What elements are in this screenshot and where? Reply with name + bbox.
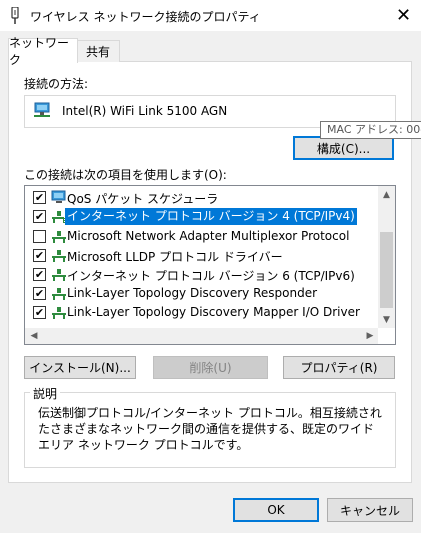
tab-sharing[interactable]: 共有 [76, 40, 120, 62]
horizontal-scrollbar[interactable] [25, 328, 378, 344]
list-item-label: インターネット プロトコル バージョン 4 (TCP/IPv4) [64, 207, 358, 226]
properties-button[interactable]: プロパティ(R) [283, 356, 395, 379]
protocol-icon [52, 269, 66, 281]
description-label: 説明 [30, 385, 61, 402]
install-button[interactable]: インストール(N)... [24, 356, 136, 379]
checkbox[interactable]: ✔ [33, 287, 46, 300]
protocol-icon [52, 288, 66, 300]
ok-button[interactable]: OK [233, 498, 319, 522]
list-item-label: QoS パケット スケジューラ [67, 192, 219, 206]
list-item[interactable]: ✔ Link-Layer Topology Discovery Mapper I… [25, 303, 380, 322]
list-item[interactable]: ✔ インターネット プロトコル バージョン 6 (TCP/IPv6) [25, 265, 380, 284]
window-title: ワイヤレス ネットワーク接続のプロパティ [30, 10, 261, 24]
description-text: 伝送制御プロトコル/インターネット プロトコル。相互接続されたさまざまなネットワ… [38, 406, 382, 452]
list-item[interactable]: ✔ Link-Layer Topology Discovery Responde… [25, 284, 380, 303]
list-item-label: Link-Layer Topology Discovery Mapper I/O… [67, 305, 360, 319]
checkbox[interactable]: ✔ [33, 210, 46, 223]
list-item-label: Link-Layer Topology Discovery Responder [67, 286, 318, 300]
scroll-down-icon[interactable]: ▼ [378, 313, 395, 327]
protocol-icon [52, 250, 66, 262]
checkbox[interactable] [33, 230, 46, 243]
list-item[interactable]: ✔ Microsoft LLDP プロトコル ドライバー [25, 246, 380, 265]
checkbox[interactable]: ✔ [33, 268, 46, 281]
network-connection-icon [11, 7, 19, 24]
list-item-label: Microsoft Network Adapter Multiplexor Pr… [67, 229, 350, 243]
list-item-label: Microsoft LLDP プロトコル ドライバー [67, 250, 283, 264]
items-label: この接続は次の項目を使用します(O): [24, 168, 227, 182]
mac-address-tooltip: MAC アドレス: 00-24 [320, 121, 421, 139]
scroll-right-icon[interactable]: ▶ [363, 329, 377, 343]
list-item[interactable]: Microsoft Network Adapter Multiplexor Pr… [25, 227, 380, 246]
checkbox[interactable]: ✔ [33, 249, 46, 262]
close-button[interactable]: ✕ [386, 0, 421, 31]
network-adapter-icon [34, 102, 50, 117]
vertical-scroll-thumb[interactable] [380, 232, 393, 308]
close-icon: ✕ [395, 5, 412, 26]
checkbox[interactable]: ✔ [33, 191, 46, 204]
list-item[interactable]: ✔ QoS パケット スケジューラ [25, 188, 380, 207]
cancel-button[interactable]: キャンセル [327, 498, 413, 522]
scroll-up-icon[interactable]: ▲ [378, 188, 395, 202]
protocol-icon [52, 231, 66, 243]
tab-networking[interactable]: ネットワーク [8, 36, 78, 67]
checkbox[interactable]: ✔ [33, 306, 46, 319]
qos-scheduler-icon [51, 190, 66, 203]
uninstall-button[interactable]: 削除(U) [153, 356, 268, 379]
configure-button[interactable]: 構成(C)... [293, 136, 394, 160]
list-item[interactable]: ✔ インターネット プロトコル バージョン 4 (TCP/IPv4) [25, 207, 380, 226]
adapter-name: Intel(R) WiFi Link 5100 AGN [62, 104, 228, 118]
list-item-label: インターネット プロトコル バージョン 6 (TCP/IPv6) [67, 269, 355, 283]
scroll-left-icon[interactable]: ◀ [27, 329, 41, 343]
connect-using-label: 接続の方法: [24, 77, 89, 91]
protocol-icon [52, 307, 66, 319]
